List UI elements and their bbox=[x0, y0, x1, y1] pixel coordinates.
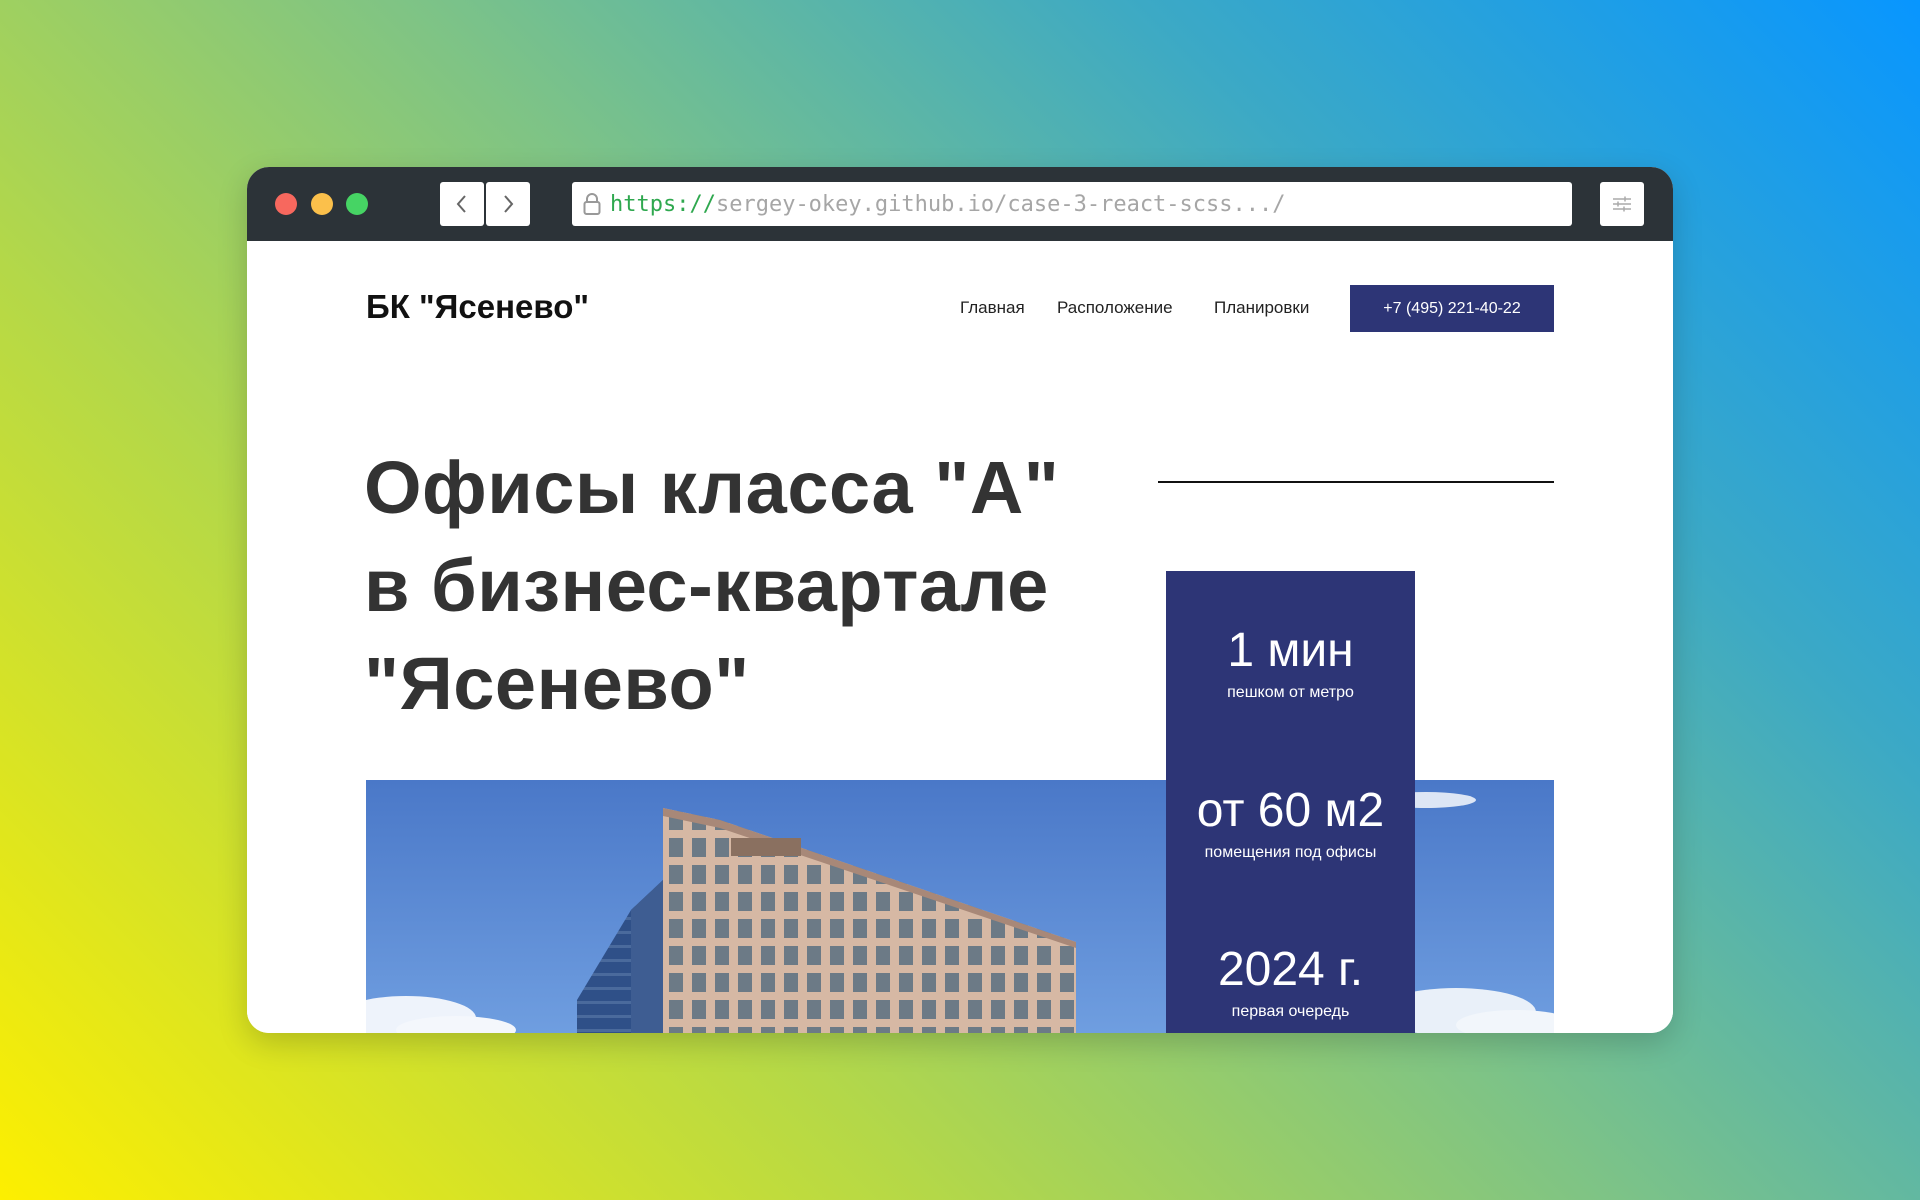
url-scheme: https:// bbox=[610, 191, 716, 217]
divider-line bbox=[1158, 481, 1554, 483]
settings-button[interactable] bbox=[1600, 182, 1644, 226]
nav-link-location[interactable]: Расположение bbox=[1057, 298, 1173, 318]
hero-title-line: в бизнес-квартале bbox=[364, 544, 1049, 627]
stat-caption: пешком от метро bbox=[1227, 684, 1354, 701]
back-button[interactable] bbox=[440, 182, 484, 226]
close-window-button[interactable] bbox=[275, 193, 297, 215]
browser-toolbar: https://sergey-okey.github.io/case-3-rea… bbox=[247, 167, 1673, 241]
nav-link-home[interactable]: Главная bbox=[960, 298, 1025, 318]
chevron-left-icon bbox=[456, 195, 466, 213]
hero-title-line: "Ясенево" bbox=[364, 642, 750, 725]
url-path: sergey-okey.github.io/case-3-react-scss.… bbox=[715, 191, 1286, 217]
stat-item: 1 мин пешком от метро bbox=[1166, 623, 1415, 703]
phone-button[interactable]: +7 (495) 221-40-22 bbox=[1350, 285, 1554, 332]
chevron-right-icon bbox=[504, 195, 514, 213]
web-page: БК "Ясенево" Главная Расположение Планир… bbox=[247, 241, 1673, 1033]
stat-caption: помещения под офисы bbox=[1204, 844, 1377, 861]
url-text: https://sergey-okey.github.io/case-3-rea… bbox=[610, 192, 1286, 217]
stat-value: 1 мин bbox=[1227, 624, 1354, 677]
nav-link-layouts[interactable]: Планировки bbox=[1214, 298, 1309, 318]
stat-item: от 60 м2 помещения под офисы bbox=[1166, 783, 1415, 863]
browser-window: https://sergey-okey.github.io/case-3-rea… bbox=[247, 167, 1673, 1033]
stat-item: 2024 г. первая очередь bbox=[1166, 942, 1415, 1022]
hero-title-line: Офисы класса "А" bbox=[364, 446, 1060, 529]
hero-title: Офисы класса "А" в бизнес-квартале "Ясен… bbox=[364, 439, 1124, 733]
stat-value: 2024 г. bbox=[1217, 943, 1364, 996]
stat-caption: первая очередь bbox=[1231, 1003, 1350, 1020]
forward-button[interactable] bbox=[486, 182, 530, 226]
maximize-window-button[interactable] bbox=[346, 193, 368, 215]
lock-icon bbox=[582, 192, 602, 216]
sliders-icon bbox=[1613, 196, 1631, 212]
address-bar[interactable]: https://sergey-okey.github.io/case-3-rea… bbox=[572, 182, 1572, 226]
stat-value: от 60 м2 bbox=[1196, 784, 1385, 837]
minimize-window-button[interactable] bbox=[311, 193, 333, 215]
stats-panel: 1 мин пешком от метро от 60 м2 помещения… bbox=[1166, 571, 1415, 1033]
site-logo[interactable]: БК "Ясенево" bbox=[366, 288, 589, 326]
